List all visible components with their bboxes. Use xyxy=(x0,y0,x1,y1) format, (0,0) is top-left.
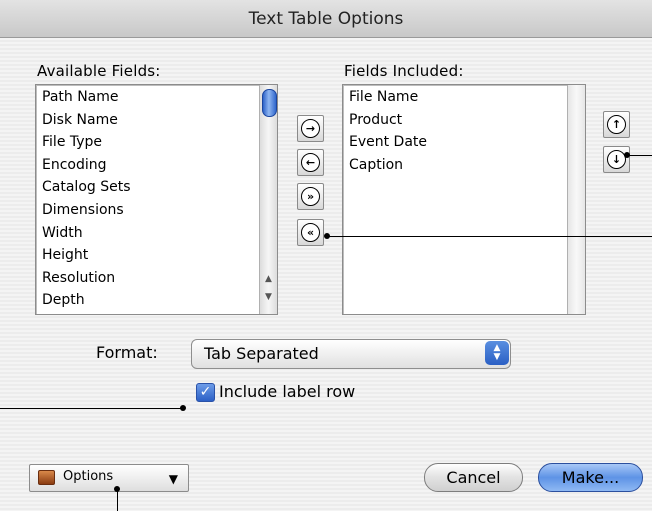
list-item[interactable]: Path Name xyxy=(36,86,277,109)
left-arrow-icon: ← xyxy=(301,153,320,172)
callout-line-options xyxy=(117,490,118,511)
list-item[interactable]: Resolution xyxy=(36,267,277,290)
double-left-arrow-icon: « xyxy=(301,223,320,242)
popup-arrows-icon: ▲ ▼ xyxy=(485,341,509,365)
right-arrow-icon: → xyxy=(301,119,320,138)
list-item[interactable]: File Name xyxy=(343,86,585,109)
scroll-thumb[interactable] xyxy=(262,89,277,117)
format-value: Tab Separated xyxy=(204,344,319,363)
chevron-down-icon: ▼ xyxy=(168,472,178,486)
list-item[interactable]: Height xyxy=(36,244,277,267)
format-popup[interactable]: Tab Separated ▲ ▼ xyxy=(191,339,511,369)
remove-field-button[interactable]: ← xyxy=(297,149,324,176)
include-label-row-checkbox[interactable]: ✓ xyxy=(196,383,215,402)
list-item[interactable]: Event Date xyxy=(343,131,585,154)
callout-dot xyxy=(624,152,630,158)
scroll-up-arrow-icon[interactable]: ▲ xyxy=(261,273,276,286)
move-up-button[interactable]: ↑ xyxy=(603,111,630,138)
callout-dot xyxy=(114,486,120,492)
callout-line-remove-all xyxy=(328,236,652,237)
available-fields-label: Available Fields: xyxy=(37,62,161,80)
text-table-options-dialog: Text Table Options Available Fields: Pat… xyxy=(0,0,652,511)
options-menu-label: Options xyxy=(63,469,114,484)
fields-included-scrollbar[interactable] xyxy=(567,85,585,314)
fields-included-label: Fields Included: xyxy=(344,62,464,80)
down-arrow-icon: ↓ xyxy=(607,150,626,169)
callout-line-include-label-row xyxy=(0,408,184,409)
remove-all-fields-button[interactable]: « xyxy=(297,219,324,246)
make-button[interactable]: Make... xyxy=(538,463,643,492)
scroll-down-arrow-icon[interactable]: ▼ xyxy=(261,291,276,304)
options-menu-button[interactable]: Options ▼ xyxy=(29,464,189,492)
callout-dot xyxy=(324,233,330,239)
dialog-title: Text Table Options xyxy=(248,8,404,29)
title-bar[interactable]: Text Table Options xyxy=(0,0,652,38)
briefcase-icon xyxy=(38,470,55,485)
cancel-button[interactable]: Cancel xyxy=(424,463,523,492)
add-field-button[interactable]: → xyxy=(297,115,324,142)
list-item[interactable]: Caption xyxy=(343,154,585,177)
list-item[interactable]: Product xyxy=(343,109,585,132)
list-item[interactable]: Dimensions xyxy=(36,199,277,222)
callout-dot xyxy=(180,405,186,411)
list-item[interactable]: File Type xyxy=(36,131,277,154)
list-item[interactable]: Depth xyxy=(36,289,277,312)
up-arrow-icon: ↑ xyxy=(607,115,626,134)
available-fields-list[interactable]: Path Name Disk Name File Type Encoding Catal… xyxy=(35,84,278,315)
format-label: Format: xyxy=(96,343,158,362)
fields-included-list[interactable]: File Name Product Event Date Caption xyxy=(342,84,586,315)
double-right-arrow-icon: » xyxy=(301,187,320,206)
list-item[interactable]: Catalog Sets xyxy=(36,176,277,199)
available-fields-scrollbar[interactable]: ▲ ▼ xyxy=(259,85,277,314)
move-down-button[interactable]: ↓ xyxy=(603,146,630,173)
list-item[interactable]: Encoding xyxy=(36,154,277,177)
list-item[interactable]: Disk Name xyxy=(36,109,277,132)
add-all-fields-button[interactable]: » xyxy=(297,183,324,210)
list-item[interactable]: Width xyxy=(36,222,277,245)
include-label-row-label[interactable]: Include label row xyxy=(219,382,355,401)
